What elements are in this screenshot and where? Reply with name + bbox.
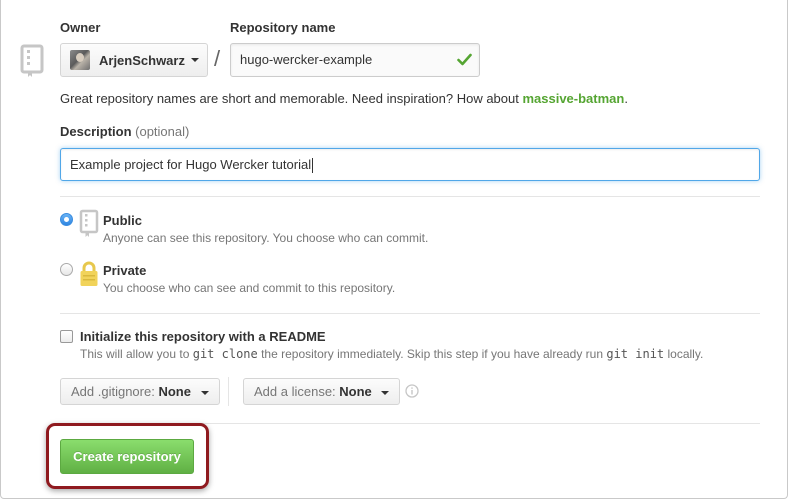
readme-description: This will allow you to git clone the rep… [80, 347, 703, 361]
divider [60, 196, 760, 197]
git-clone-code: git clone [192, 347, 258, 361]
repository-name-label: Repository name [230, 20, 336, 35]
repository-name-input[interactable]: hugo-wercker-example [230, 43, 480, 77]
description-label-text: Description [60, 124, 132, 139]
description-optional: (optional) [135, 124, 190, 139]
check-icon [457, 53, 472, 66]
caret-down-icon [190, 58, 199, 62]
create-repository-button[interactable]: Create repository [60, 439, 194, 474]
gitignore-value: None [158, 384, 191, 399]
public-subtitle: Anyone can see this repository. You choo… [103, 231, 429, 245]
readme-checkbox[interactable] [60, 330, 73, 343]
public-title: Public [103, 213, 143, 228]
owner-name: ArjenSchwarz [99, 52, 185, 68]
description-value: Example project for Hugo Wercker tutoria… [70, 157, 312, 172]
license-prefix: Add a license: [254, 384, 340, 399]
license-dropdown[interactable]: Add a license: None [243, 378, 401, 405]
info-icon[interactable] [405, 384, 419, 398]
gitignore-prefix: Add .gitignore: [71, 384, 159, 399]
avatar [70, 50, 90, 70]
book-icon [79, 209, 99, 237]
license-value: None [339, 384, 372, 399]
name-hint-end: . [624, 91, 628, 106]
readme-sub-post: locally. [664, 347, 704, 361]
caret-down-icon [381, 390, 390, 395]
caret-down-icon [200, 390, 209, 395]
description-label: Description (optional) [60, 124, 189, 139]
readme-sub-pre: This will allow you to [80, 347, 193, 361]
private-radio[interactable] [60, 263, 73, 276]
gitignore-dropdown[interactable]: Add .gitignore: None [60, 378, 220, 405]
name-hint: Great repository names are short and mem… [60, 91, 628, 106]
readme-title: Initialize this repository with a README [80, 329, 326, 344]
text-cursor [312, 158, 314, 174]
divider [60, 313, 760, 314]
owner-label: Owner [60, 20, 101, 35]
lock-icon [80, 261, 98, 286]
git-init-code: git init [606, 347, 665, 361]
public-radio[interactable] [60, 213, 73, 226]
private-subtitle: You choose who can see and commit to thi… [103, 281, 396, 295]
description-input[interactable]: Example project for Hugo Wercker tutoria… [60, 148, 760, 181]
owner-repo-separator: / [214, 46, 221, 71]
name-suggestion-link[interactable]: massive-batman [522, 91, 624, 106]
vertical-divider [228, 377, 229, 406]
readme-sub-mid: the repository immediately. Skip this st… [257, 347, 607, 361]
name-hint-text: Great repository names are short and mem… [60, 91, 523, 106]
repo-icon [20, 44, 44, 77]
owner-dropdown[interactable]: ArjenSchwarz [60, 43, 208, 77]
private-title: Private [103, 263, 147, 278]
